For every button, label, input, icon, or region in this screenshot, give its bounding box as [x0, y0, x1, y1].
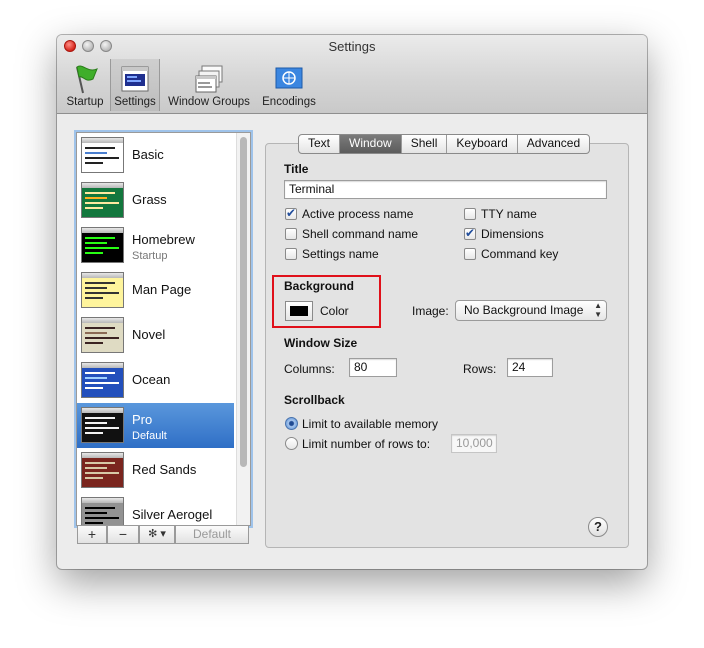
color-swatch [290, 306, 308, 316]
gear-menu-button[interactable]: ✻ ▾ [139, 525, 175, 544]
updown-arrows-icon: ▲ ▼ [594, 301, 602, 319]
un-flag-icon [275, 67, 303, 89]
limit-memory-radio[interactable] [285, 417, 298, 430]
title-heading: Title [284, 162, 309, 176]
dimensions-checkbox[interactable] [464, 226, 476, 240]
novel-thumbnail-icon [81, 317, 124, 353]
scrollback-heading: Scrollback [284, 393, 345, 407]
profiles-scrollbar[interactable] [236, 133, 250, 525]
settings-name-checkbox[interactable] [285, 248, 297, 260]
settings-window: Settings Startup Settings Window Groups … [57, 35, 647, 569]
tty-name-label: TTY name [481, 207, 537, 221]
columns-field[interactable]: 80 [349, 358, 397, 377]
grass-thumbnail-icon [81, 182, 124, 218]
background-heading: Background [284, 279, 355, 293]
profile-item-red-sands[interactable]: Red Sands [77, 448, 234, 493]
background-color-well[interactable] [285, 301, 313, 321]
remove-profile-button[interactable]: − [107, 525, 139, 544]
window-title: Settings [328, 39, 376, 54]
man-page-thumbnail-icon [81, 272, 124, 308]
toolbar-settings[interactable]: Settings [110, 59, 160, 111]
image-label: Image: [412, 304, 449, 318]
scrollbar-thumb[interactable] [240, 137, 247, 467]
profile-item-ocean[interactable]: Ocean [77, 358, 234, 403]
tab-text[interactable]: Text [299, 135, 341, 153]
limit-rows-radio[interactable] [285, 437, 298, 450]
tab-shell[interactable]: Shell [402, 135, 448, 153]
command-key-checkbox[interactable] [464, 248, 476, 260]
ocean-thumbnail-icon [81, 362, 124, 398]
default-button[interactable]: Default [175, 525, 249, 544]
columns-label: Columns: [284, 362, 335, 376]
shell-command-name-label: Shell command name [302, 227, 419, 241]
profile-item-man-page[interactable]: Man Page [77, 268, 234, 313]
pro-thumbnail-icon [81, 407, 124, 443]
window-groups-icon [195, 65, 223, 93]
silver-aerogel-thumbnail-icon [81, 497, 124, 525]
profile-item-novel[interactable]: Novel [77, 313, 234, 358]
rows-label: Rows: [463, 362, 497, 376]
scrollback-rows-field[interactable]: 10,000 [451, 434, 497, 453]
window-size-heading: Window Size [284, 336, 358, 350]
help-button[interactable]: ? [588, 517, 608, 537]
profile-item-basic[interactable]: Basic [77, 133, 234, 178]
color-label: Color [320, 304, 349, 318]
rows-field[interactable]: 24 [507, 358, 553, 377]
profile-item-homebrew[interactable]: Homebrew Startup [77, 223, 234, 268]
tab-window[interactable]: Window [340, 135, 402, 153]
profile-item-pro[interactable]: Pro Default [77, 403, 234, 448]
red-sands-thumbnail-icon [81, 452, 124, 488]
basic-thumbnail-icon [81, 137, 124, 173]
toolbar-window-groups[interactable]: Window Groups [163, 59, 255, 111]
toolbar-startup[interactable]: Startup [63, 59, 107, 111]
title-field[interactable]: Terminal [284, 180, 607, 199]
settings-window-icon [121, 66, 149, 92]
add-profile-button[interactable]: + [77, 525, 107, 544]
profile-item-grass[interactable]: Grass [77, 178, 234, 223]
limit-memory-label: Limit to available memory [302, 417, 439, 431]
active-process-name-checkbox[interactable] [285, 206, 297, 220]
toolbar-encodings[interactable]: Encodings [259, 59, 319, 111]
command-key-label: Command key [481, 247, 559, 261]
dimensions-label: Dimensions [481, 227, 544, 241]
settings-tabs: Text Window Shell Keyboard Advanced [298, 134, 591, 154]
homebrew-thumbnail-icon [81, 227, 124, 263]
profile-item-silver-aerogel[interactable]: Silver Aerogel [77, 493, 234, 525]
limit-rows-label: Limit number of rows to: [302, 437, 431, 451]
active-process-name-label: Active process name [302, 207, 414, 221]
tty-name-checkbox[interactable] [464, 208, 476, 220]
toolbar: Settings Startup Settings Window Groups … [57, 35, 647, 114]
tab-advanced[interactable]: Advanced [518, 135, 589, 153]
background-image-select[interactable]: No Background Image ▲ ▼ [455, 300, 607, 321]
profiles-list[interactable]: Basic Grass Homebrew Startup Man Page No… [76, 132, 251, 526]
green-flag-icon [76, 65, 98, 94]
settings-name-label: Settings name [302, 247, 379, 261]
tab-keyboard[interactable]: Keyboard [447, 135, 518, 153]
shell-command-name-checkbox[interactable] [285, 228, 297, 240]
